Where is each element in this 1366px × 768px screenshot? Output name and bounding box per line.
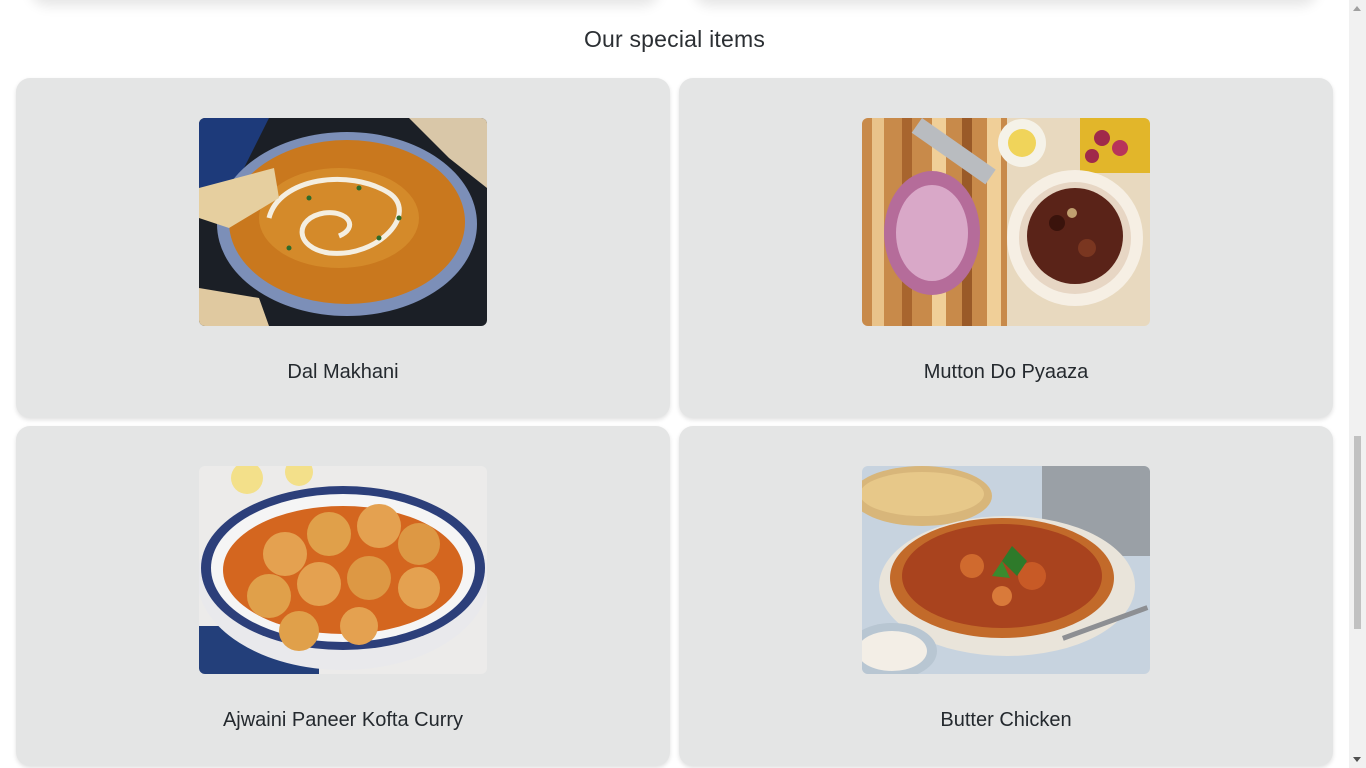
dal-makhani-photo-icon bbox=[199, 118, 487, 326]
menu-item-card[interactable]: Butter Chicken bbox=[679, 426, 1333, 766]
section-title: Our special items bbox=[583, 26, 766, 52]
butter-chicken-image bbox=[862, 466, 1150, 674]
scroll-up-arrow-icon[interactable] bbox=[1353, 6, 1361, 11]
vertical-scrollbar[interactable] bbox=[1349, 0, 1366, 768]
page: Our special items Dal Makhani Mutton Do … bbox=[0, 0, 1366, 768]
menu-item-card[interactable]: Mutton Do Pyaaza bbox=[679, 78, 1333, 418]
mutton-do-pyaaza-photo-icon bbox=[862, 118, 1150, 326]
butter-chicken-photo-icon bbox=[862, 466, 1150, 674]
menu-item-name: Dal Makhani bbox=[287, 361, 399, 383]
scroll-down-arrow-icon[interactable] bbox=[1353, 757, 1361, 762]
menu-item-name: Mutton Do Pyaaza bbox=[923, 361, 1089, 383]
mutton-do-pyaaza-image bbox=[862, 118, 1150, 326]
menu-item-card[interactable]: Dal Makhani bbox=[16, 78, 670, 418]
menu-item-name: Ajwaini Paneer Kofta Curry bbox=[222, 709, 464, 731]
paneer-kofta-image bbox=[199, 466, 487, 674]
menu-item-card[interactable]: Ajwaini Paneer Kofta Curry bbox=[16, 426, 670, 766]
special-items-grid: Dal Makhani Mutton Do Pyaaza Ajwaini Pan… bbox=[16, 78, 1333, 766]
paneer-kofta-photo-icon bbox=[199, 466, 487, 674]
menu-item-name: Butter Chicken bbox=[940, 709, 1072, 731]
scrollbar-thumb[interactable] bbox=[1354, 436, 1361, 629]
dal-makhani-image bbox=[199, 118, 487, 326]
